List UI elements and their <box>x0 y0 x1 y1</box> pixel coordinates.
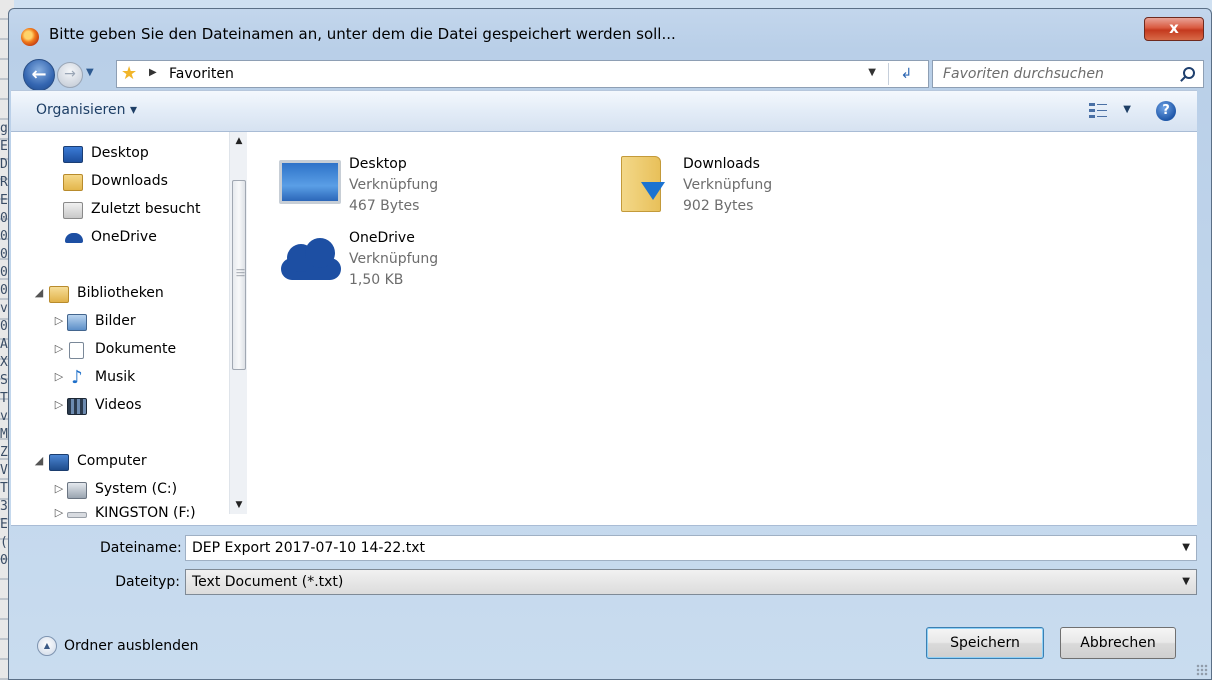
expand-arrow-icon[interactable]: ▷ <box>53 370 65 383</box>
grip-icon: — — — <box>236 265 245 281</box>
filetype-select[interactable]: Text Document (*.txt) ▼ <box>185 569 1197 595</box>
expand-arrow-icon[interactable]: ▷ <box>53 314 65 327</box>
forward-button[interactable]: → <box>57 62 83 88</box>
recent-places-icon <box>63 202 83 219</box>
filetype-dropdown-icon[interactable]: ▼ <box>1182 576 1190 587</box>
file-type: Verknüpfung <box>683 177 773 193</box>
address-bar[interactable]: ★ ▶ Favoriten ▼ ↲ <box>116 60 929 88</box>
address-dropdown-icon[interactable]: ▼ <box>868 67 876 78</box>
file-name: Desktop <box>349 156 407 172</box>
dialog-title: Bitte geben Sie den Dateinamen an, unter… <box>49 25 676 43</box>
nav-scrollbar[interactable]: ▲ — — — ▼ <box>229 132 247 514</box>
libraries-icon <box>49 286 69 303</box>
organize-button[interactable]: Organisieren ▾ <box>36 102 137 118</box>
file-item-onedrive[interactable]: OneDrive Verknüpfung 1,50 KB <box>279 230 499 292</box>
address-row: ← → ▼ ★ ▶ Favoriten ▼ ↲ Favoriten durchs… <box>9 57 1211 91</box>
search-placeholder: Favoriten durchsuchen <box>943 66 1104 82</box>
scroll-up-arrow-icon[interactable]: ▲ <box>230 132 247 150</box>
main-area: Desktop Downloads Zuletzt besucht OneDri… <box>11 132 1197 526</box>
file-item-downloads[interactable]: Downloads Verknüpfung 902 Bytes <box>615 156 835 218</box>
expand-arrow-icon[interactable]: ▷ <box>53 482 65 495</box>
change-view-icon[interactable] <box>1089 102 1107 120</box>
expand-arrow-icon[interactable]: ▷ <box>53 398 65 411</box>
collapse-arrow-icon[interactable]: ◢ <box>33 454 45 467</box>
file-item-desktop[interactable]: Desktop Verknüpfung 467 Bytes <box>279 156 499 218</box>
navigation-pane[interactable]: Desktop Downloads Zuletzt besucht OneDri… <box>11 132 247 526</box>
filename-field[interactable]: DEP Export 2017-07-10 14-22.txt ▼ <box>185 535 1197 561</box>
hide-folders-link[interactable]: Ordner ausblenden <box>64 638 199 654</box>
scrollbar-thumb[interactable]: — — — <box>232 180 246 370</box>
documents-icon <box>69 342 84 359</box>
onedrive-icon <box>65 233 83 243</box>
file-name: Downloads <box>683 156 760 172</box>
file-size: 467 Bytes <box>349 198 420 214</box>
help-icon[interactable]: ? <box>1156 101 1176 121</box>
onedrive-cloud-icon <box>279 236 341 284</box>
videos-icon <box>67 398 87 415</box>
downloads-icon <box>63 174 83 191</box>
favorites-star-icon: ★ <box>121 63 138 84</box>
breadcrumb-favorites[interactable]: Favoriten <box>169 66 234 82</box>
file-size: 902 Bytes <box>683 198 754 214</box>
command-bar: Organisieren ▾ ▼ ? <box>11 90 1197 132</box>
filename-dropdown-icon[interactable]: ▼ <box>1182 542 1190 553</box>
filetype-value: Text Document (*.txt) <box>192 574 344 590</box>
recent-locations-dropdown-icon[interactable]: ▼ <box>86 67 94 78</box>
desktop-icon <box>63 146 83 163</box>
resize-grip-icon[interactable] <box>1196 664 1208 676</box>
view-options-dropdown-icon[interactable]: ▼ <box>1123 104 1131 115</box>
close-button[interactable]: x <box>1144 17 1204 41</box>
search-input[interactable]: Favoriten durchsuchen <box>932 60 1204 88</box>
filetype-label: Dateityp: <box>115 574 180 590</box>
file-type: Verknüpfung <box>349 177 439 193</box>
download-arrow-icon <box>641 182 665 200</box>
save-button[interactable]: Speichern <box>926 627 1044 659</box>
music-icon: ♪ <box>71 367 83 388</box>
expand-arrow-icon[interactable]: ▷ <box>53 342 65 355</box>
file-size: 1,50 KB <box>349 272 404 288</box>
collapse-arrow-icon[interactable]: ◢ <box>33 286 45 299</box>
scroll-down-arrow-icon[interactable]: ▼ <box>230 496 247 514</box>
breadcrumb-arrow-icon[interactable]: ▶ <box>149 67 157 78</box>
file-name: OneDrive <box>349 230 415 246</box>
refresh-button[interactable]: ↲ <box>888 63 924 85</box>
usb-drive-icon <box>67 512 87 518</box>
cancel-button[interactable]: Abbrechen <box>1060 627 1176 659</box>
file-type: Verknüpfung <box>349 251 439 267</box>
computer-icon <box>49 454 69 471</box>
back-button[interactable]: ← <box>23 59 55 91</box>
firefox-icon <box>21 28 39 46</box>
filename-value: DEP Export 2017-07-10 14-22.txt <box>192 540 426 556</box>
hide-folders-icon[interactable]: ▲ <box>37 636 57 656</box>
filename-label: Dateiname: <box>100 540 182 556</box>
title-bar[interactable]: Bitte geben Sie den Dateinamen an, unter… <box>9 9 1211 53</box>
search-icon[interactable] <box>1183 67 1195 79</box>
expand-arrow-icon[interactable]: ▷ <box>53 506 65 519</box>
pictures-icon <box>67 314 87 331</box>
system-drive-icon <box>67 482 87 499</box>
desktop-shortcut-icon <box>279 160 341 204</box>
